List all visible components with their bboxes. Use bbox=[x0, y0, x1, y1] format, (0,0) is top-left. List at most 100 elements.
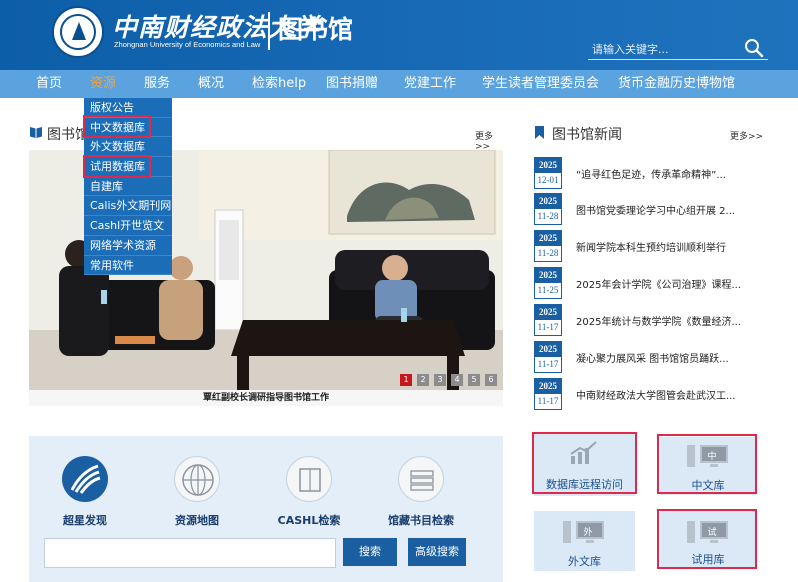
nav-item-student-committee[interactable]: 学生读者管理委员会 bbox=[482, 70, 599, 98]
slide-page-6[interactable]: 6 bbox=[485, 374, 497, 386]
news-year: 2025 bbox=[535, 379, 561, 394]
slideshow-title: 图书馆 bbox=[47, 127, 89, 143]
advanced-search-button[interactable]: 高级搜索 bbox=[408, 538, 466, 566]
books-icon bbox=[398, 456, 444, 502]
news-item[interactable]: 2025 11-17 中南财经政法大学图管会赴武汉工... bbox=[534, 378, 764, 414]
resources-dropdown-menu: 版权公告 中文数据库 外文数据库 试用数据库 自建库 Calis外文期刊网 Ca… bbox=[84, 98, 172, 276]
news-title: 图书馆新闻 bbox=[552, 127, 622, 143]
library-title[interactable]: 图书馆 bbox=[278, 10, 353, 46]
news-year: 2025 bbox=[535, 158, 561, 173]
dropdown-item-calis[interactable]: Calis外文期刊网 bbox=[84, 196, 172, 217]
news-date: 2025 11-28 bbox=[534, 230, 562, 262]
foreign-db-icon-char: 外 bbox=[583, 528, 593, 538]
tool-chaoxing-discovery[interactable]: 超星发现 bbox=[45, 456, 125, 528]
news-title-link[interactable]: 中南财经政法大学图管会赴武汉工... bbox=[576, 387, 736, 402]
dropdown-item-self-built-databases[interactable]: 自建库 bbox=[84, 177, 172, 197]
news-title-link[interactable]: 凝心聚力展风采 图书馆馆员踊跃... bbox=[576, 350, 729, 365]
main-nav: 首页 资源 服务 概况 检索help 图书捐赠 党建工作 学生读者管理委员会 货… bbox=[0, 70, 798, 98]
news-date: 2025 11-28 bbox=[534, 193, 562, 225]
nav-item-book-donation[interactable]: 图书捐赠 bbox=[326, 70, 378, 98]
news-title-link[interactable]: 2025年会计学院《公司治理》课程... bbox=[576, 276, 741, 291]
news-day: 11-25 bbox=[537, 285, 559, 295]
news-year: 2025 bbox=[535, 194, 561, 209]
university-name-en: Zhongnan University of Economics and Law bbox=[114, 40, 261, 49]
panel-search-input[interactable] bbox=[44, 538, 336, 568]
news-date: 2025 11-17 bbox=[534, 304, 562, 336]
slideshow-caption: 覃红副校长调研指导图书馆工作 bbox=[29, 390, 503, 406]
nav-item-party-work[interactable]: 党建工作 bbox=[404, 70, 456, 98]
news-day: 11-17 bbox=[537, 396, 559, 406]
news-item[interactable]: 2025 12-01 “追寻红色足迹，传承革命精神”... bbox=[534, 157, 764, 193]
chinese-db-tile[interactable]: 中 中文库 bbox=[660, 437, 756, 495]
tool-catalog-search[interactable]: 馆藏书目检索 bbox=[381, 456, 461, 528]
news-item[interactable]: 2025 11-17 凝心聚力展风采 图书馆馆员踊跃... bbox=[534, 341, 764, 377]
news-day: 12-01 bbox=[537, 175, 559, 185]
news-item[interactable]: 2025 11-25 2025年会计学院《公司治理》课程... bbox=[534, 267, 764, 303]
dropdown-item-common-software[interactable]: 常用软件 bbox=[84, 256, 172, 276]
foreign-db-tile[interactable]: 外 外文库 bbox=[534, 511, 635, 571]
news-date: 2025 11-25 bbox=[534, 267, 562, 299]
dropdown-item-online-academic-resources[interactable]: 网络学术资源 bbox=[84, 236, 172, 256]
news-date: 2025 12-01 bbox=[534, 157, 562, 189]
trial-db-tile[interactable]: 试 试用库 bbox=[660, 511, 756, 569]
nav-item-overview[interactable]: 概况 bbox=[198, 70, 224, 98]
slide-page-4[interactable]: 4 bbox=[451, 374, 463, 386]
header-search bbox=[588, 38, 768, 60]
news-item[interactable]: 2025 11-28 图书馆党委理论学习中心组开展 2... bbox=[534, 193, 764, 229]
search-input[interactable] bbox=[592, 41, 732, 57]
news-date: 2025 11-17 bbox=[534, 341, 562, 373]
tool-resource-map[interactable]: 资源地图 bbox=[157, 456, 237, 528]
news-year: 2025 bbox=[535, 305, 561, 320]
news-title-link[interactable]: “追寻红色足迹，传承革命精神”... bbox=[576, 166, 726, 181]
tool-label: 超星发现 bbox=[63, 514, 107, 527]
nav-item-search-help[interactable]: 检索help bbox=[252, 70, 306, 98]
tool-label: CASHL检索 bbox=[277, 514, 341, 527]
nav-item-services[interactable]: 服务 bbox=[144, 70, 170, 98]
tool-label: 资源地图 bbox=[175, 514, 219, 527]
nav-item-resources[interactable]: 资源 bbox=[90, 70, 116, 98]
news-title-link[interactable]: 2025年统计与数学学院《数量经济... bbox=[576, 313, 741, 328]
dropdown-item-chinese-databases[interactable]: 中文数据库 bbox=[84, 118, 172, 138]
nav-item-currency-museum[interactable]: 货币金融历史博物馆 bbox=[618, 70, 735, 98]
dropdown-item-cashl[interactable]: Cashl开世览文 bbox=[84, 216, 172, 236]
slide-page-1[interactable]: 1 bbox=[400, 374, 412, 386]
news-year: 2025 bbox=[535, 231, 561, 246]
header-divider bbox=[268, 12, 270, 50]
chart-growth-icon bbox=[570, 441, 597, 464]
news-day: 11-17 bbox=[537, 359, 559, 369]
remote-access-tile[interactable]: 数据库远程访问 bbox=[534, 434, 635, 496]
news-title-link[interactable]: 图书馆党委理论学习中心组开展 2... bbox=[576, 202, 735, 217]
search-button[interactable]: 搜索 bbox=[343, 538, 397, 566]
book-stack-icon bbox=[286, 456, 332, 502]
chinese-db-label: 中文库 bbox=[691, 479, 725, 492]
dropdown-item-copyright-notice[interactable]: 版权公告 bbox=[84, 98, 172, 118]
dropdown-item-foreign-databases[interactable]: 外文数据库 bbox=[84, 137, 172, 158]
news-more-link[interactable]: 更多>> bbox=[730, 129, 763, 142]
globe-icon bbox=[174, 456, 220, 502]
news-day: 11-28 bbox=[537, 211, 559, 221]
remote-access-label: 数据库远程访问 bbox=[546, 478, 623, 491]
book-icon bbox=[30, 127, 42, 138]
foreign-db-label: 外文库 bbox=[568, 555, 601, 568]
bookmark-icon bbox=[535, 126, 544, 139]
chaoxing-logo-icon bbox=[62, 456, 108, 502]
slide-page-2[interactable]: 2 bbox=[417, 374, 429, 386]
news-item[interactable]: 2025 11-17 2025年统计与数学学院《数量经济... bbox=[534, 304, 764, 340]
nav-item-home[interactable]: 首页 bbox=[36, 70, 62, 98]
university-seal-logo[interactable] bbox=[52, 6, 104, 58]
dropdown-item-trial-databases[interactable]: 试用数据库 bbox=[84, 157, 172, 177]
site-header: 中南财经政法大学 Zhongnan University of Economic… bbox=[0, 0, 798, 70]
news-item[interactable]: 2025 11-28 新闻学院本科生预约培训顺利举行 bbox=[534, 230, 764, 266]
news-day: 11-17 bbox=[537, 322, 559, 332]
news-title-link[interactable]: 新闻学院本科生预约培训顺利举行 bbox=[576, 239, 726, 254]
trial-db-icon-char: 试 bbox=[707, 528, 717, 538]
news-day: 11-28 bbox=[537, 248, 559, 258]
slide-page-3[interactable]: 3 bbox=[434, 374, 446, 386]
tool-label: 馆藏书目检索 bbox=[388, 514, 454, 527]
trial-db-label: 试用库 bbox=[691, 553, 725, 566]
search-icon[interactable] bbox=[744, 38, 764, 58]
tool-cashl-search[interactable]: CASHL检索 bbox=[269, 456, 349, 528]
news-year: 2025 bbox=[535, 342, 561, 357]
slideshow-more-link[interactable]: 更多>> bbox=[475, 129, 503, 152]
slide-page-5[interactable]: 5 bbox=[468, 374, 480, 386]
